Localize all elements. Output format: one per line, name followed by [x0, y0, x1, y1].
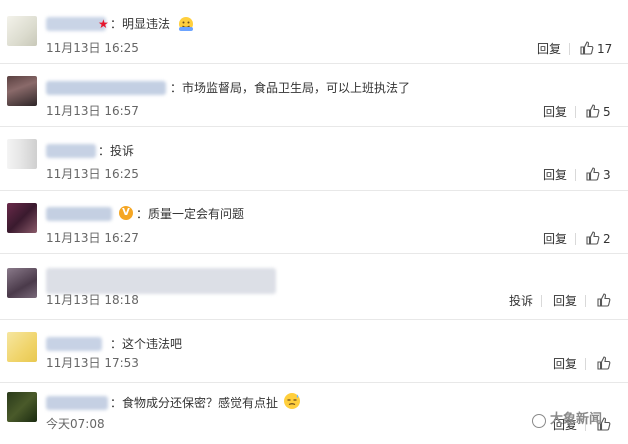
avatar[interactable] [7, 392, 37, 422]
comment-item: V ：质量一定会有问题 11月13日 16:27 回复 2 [0, 191, 628, 253]
comment-text: ：这个违法吧 [110, 337, 183, 351]
divider-line [541, 295, 542, 307]
comment-time: 今天07:08 [46, 417, 105, 431]
comment-text: ：质量一定会有问题 [136, 207, 245, 221]
comment-time: 11月13日 18:18 [46, 293, 139, 307]
reply-button[interactable]: 回复 [553, 357, 577, 371]
reply-button[interactable]: 回复 [543, 105, 567, 119]
comment-item: ★ ：明显违法 11月13日 16:25 回复 17 [0, 0, 628, 63]
thumbs-up-icon [597, 293, 611, 307]
reply-button[interactable]: 回复 [537, 42, 561, 56]
comment-text: ：投诉 [98, 144, 135, 158]
divider-line [585, 295, 586, 307]
avatar[interactable] [7, 332, 37, 362]
divider-line [575, 169, 576, 181]
comment-item: 11月13日 18:18 投诉 回复 [0, 254, 628, 319]
divider-line [585, 358, 586, 370]
thumbs-up-icon [586, 104, 600, 118]
comment-text: ：市场监督局，食品卫生局，可以上班执法了 [170, 81, 411, 95]
comment-time: 11月13日 16:25 [46, 41, 139, 55]
comment-time: 11月13日 17:53 [46, 356, 139, 370]
thumbs-up-icon [597, 356, 611, 370]
username-blurred[interactable] [46, 144, 96, 158]
like-button[interactable]: 5 [586, 104, 612, 120]
like-button[interactable]: 3 [586, 167, 612, 183]
divider-line [575, 106, 576, 118]
reply-button[interactable]: 回复 [543, 232, 567, 246]
thumbs-up-icon [586, 167, 600, 181]
thumbs-up-icon [586, 231, 600, 245]
avatar[interactable] [7, 268, 37, 298]
username-blurred[interactable] [46, 81, 166, 95]
username-blurred[interactable] [46, 396, 108, 410]
smiling-face-emoji-icon [179, 17, 193, 31]
like-count: 3 [603, 168, 611, 182]
like-count: 17 [597, 42, 613, 56]
like-button[interactable] [597, 293, 613, 309]
avatar[interactable] [7, 76, 37, 106]
like-button[interactable] [597, 356, 613, 372]
star-badge-icon: ★ [98, 17, 109, 31]
divider-line [575, 233, 576, 245]
watermark-text: 大象新闻 [550, 412, 603, 427]
watermark-logo-icon [532, 414, 546, 428]
username-blurred[interactable] [46, 207, 112, 221]
like-button[interactable]: 2 [586, 231, 612, 247]
thumbs-up-icon [580, 41, 594, 55]
username-blurred[interactable] [46, 337, 102, 351]
report-button[interactable]: 投诉 [509, 294, 533, 308]
comment-time: 11月13日 16:25 [46, 167, 139, 181]
like-count: 5 [603, 105, 611, 119]
reply-button[interactable]: 回复 [553, 294, 577, 308]
comment-time: 11月13日 16:57 [46, 104, 139, 118]
comment-text: ：明显违法 [110, 17, 171, 31]
comment-item: ：食物成分还保密？感觉有点扯 今天07:08 回复 [0, 383, 628, 444]
like-button[interactable]: 17 [580, 41, 612, 57]
verified-badge-icon: V [119, 206, 133, 220]
avatar[interactable] [7, 16, 37, 46]
avatar[interactable] [7, 139, 37, 169]
username-blurred[interactable] [46, 17, 106, 31]
comment-time: 11月13日 16:27 [46, 231, 139, 245]
like-count: 2 [603, 232, 611, 246]
comment-item: ：投诉 11月13日 16:25 回复 3 [0, 127, 628, 190]
divider-line [569, 43, 570, 55]
comment-item: ：市场监督局，食品卫生局，可以上班执法了 11月13日 16:57 回复 5 [0, 64, 628, 126]
comment-text: ：食物成分还保密？感觉有点扯 [110, 396, 279, 410]
reply-button[interactable]: 回复 [543, 168, 567, 182]
username-blurred[interactable] [46, 268, 276, 294]
sweat-face-emoji-icon [284, 393, 300, 409]
avatar[interactable] [7, 203, 37, 233]
comment-item: ：这个违法吧 11月13日 17:53 回复 [0, 320, 628, 382]
